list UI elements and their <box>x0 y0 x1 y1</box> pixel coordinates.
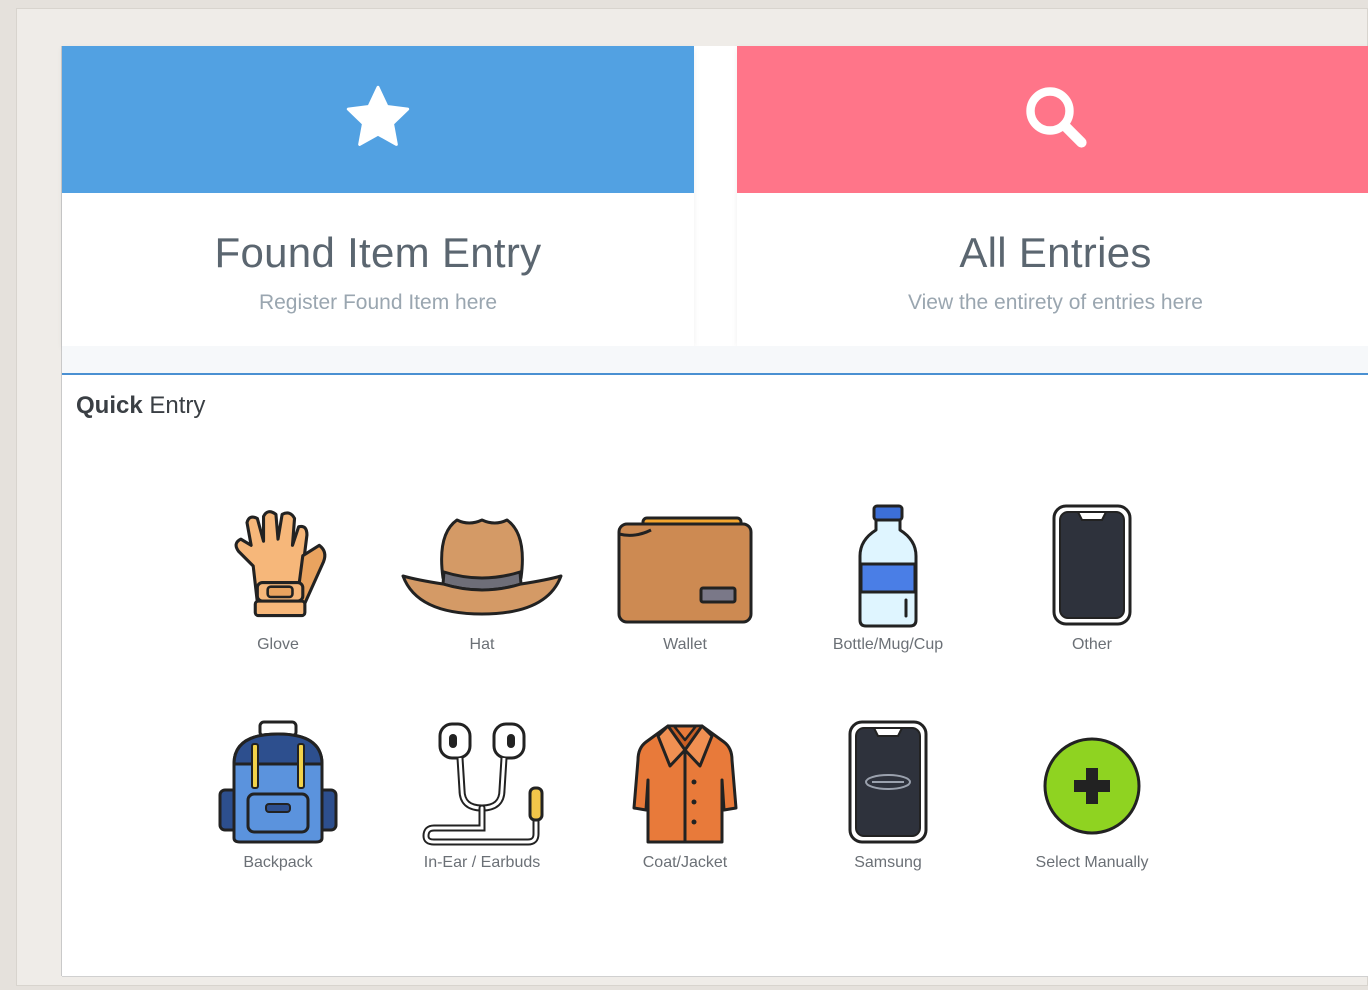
all-card-title: All Entries <box>959 229 1152 276</box>
coat-icon <box>632 724 738 844</box>
quick-item-other[interactable]: Other <box>992 504 1192 654</box>
section-divider <box>62 373 1368 375</box>
quick-item-wallet[interactable]: Wallet <box>585 504 785 654</box>
glove-icon <box>234 510 327 618</box>
search-icon <box>1020 81 1092 158</box>
all-entries-card[interactable]: All Entries View the entirety of entries… <box>737 46 1368 346</box>
earbuds-icon <box>422 722 544 846</box>
quick-item-label: Samsung <box>854 854 922 871</box>
main-panel: Found Item Entry Register Found Item her… <box>62 46 1368 976</box>
plus-icon <box>1043 737 1141 835</box>
quick-item-coat[interactable]: Coat/Jacket <box>585 720 785 872</box>
found-card-header <box>62 46 694 193</box>
window-frame: Found Item Entry Register Found Item her… <box>16 8 1368 986</box>
phone-icon <box>1052 504 1132 626</box>
bottle-icon <box>858 504 918 628</box>
all-card-subtitle: View the entirety of entries here <box>908 291 1203 314</box>
found-card-title: Found Item Entry <box>214 229 542 276</box>
quick-item-earbuds[interactable]: In-Ear / Earbuds <box>382 720 582 872</box>
quick-entry-heading: Quick Entry <box>76 392 205 420</box>
quick-item-label: Glove <box>257 636 299 653</box>
quick-item-bottle[interactable]: Bottle/Mug/Cup <box>788 504 988 654</box>
hat-icon <box>401 518 563 616</box>
quick-item-select-manually[interactable]: Select Manually <box>992 720 1192 872</box>
star-icon <box>343 82 413 157</box>
backpack-icon <box>218 720 338 844</box>
quick-item-label: Backpack <box>243 854 313 871</box>
quick-item-label: Other <box>1071 636 1112 653</box>
quick-item-label: Bottle/Mug/Cup <box>832 636 944 653</box>
quick-entry-heading-bold: Quick <box>76 392 143 419</box>
wallet-icon <box>617 516 753 624</box>
quick-item-label: Coat/Jacket <box>642 854 728 871</box>
quick-item-glove[interactable]: Glove <box>178 504 378 654</box>
found-card-subtitle: Register Found Item here <box>258 291 498 314</box>
quick-item-label: Wallet <box>663 636 707 653</box>
found-item-entry-card[interactable]: Found Item Entry Register Found Item her… <box>62 46 694 346</box>
all-card-header <box>737 46 1368 193</box>
quick-item-label: Select Manually <box>1035 854 1149 871</box>
separator-strip <box>62 346 1368 373</box>
quick-item-backpack[interactable]: Backpack <box>178 720 378 872</box>
quick-item-label: Hat <box>469 636 495 653</box>
quick-item-label: In-Ear / Earbuds <box>423 854 541 871</box>
quick-item-hat[interactable]: Hat <box>382 504 582 654</box>
samsung-phone-icon <box>848 720 928 844</box>
quick-item-samsung[interactable]: Samsung <box>788 720 988 872</box>
quick-entry-heading-rest: Entry <box>142 392 206 419</box>
